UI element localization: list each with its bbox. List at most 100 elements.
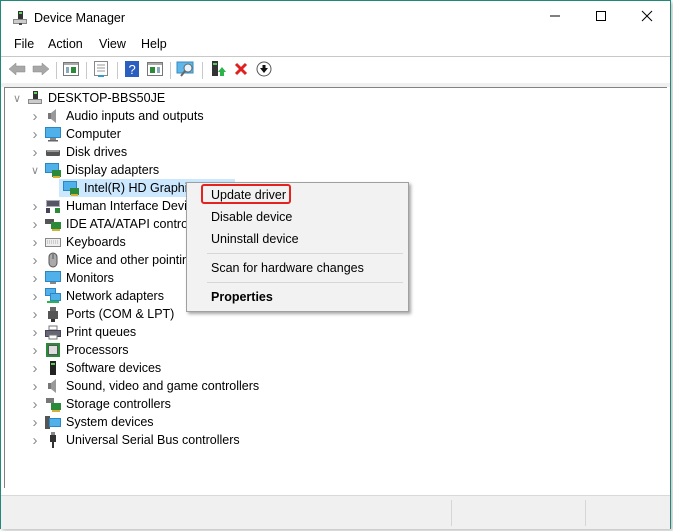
context-separator — [207, 282, 403, 283]
tree-item[interactable]: › Processors — [29, 341, 129, 359]
scan-hardware-button[interactable] — [176, 61, 196, 80]
context-uninstall-device[interactable]: Uninstall device — [211, 232, 299, 246]
tree-item[interactable]: › IDE ATA/ATAPI controllers — [29, 215, 211, 233]
tree-root[interactable]: ∨ DESKTOP-BBS50JE — [11, 89, 165, 107]
keyboard-icon — [45, 234, 61, 250]
console-tree-icon — [63, 61, 79, 79]
context-properties[interactable]: Properties — [211, 290, 273, 304]
back-button[interactable] — [8, 61, 26, 79]
tree-item[interactable]: › Monitors — [29, 269, 114, 287]
tree-item-label: System devices — [66, 415, 154, 429]
tree-item-label: Computer — [66, 127, 121, 141]
tree-item[interactable]: › Disk drives — [29, 143, 128, 161]
status-divider — [585, 500, 586, 526]
speaker-icon — [45, 108, 61, 124]
mouse-icon — [45, 252, 61, 268]
minimize-button[interactable] — [532, 1, 578, 34]
chevron-right-icon[interactable]: › — [29, 251, 41, 269]
properties-button[interactable] — [92, 60, 110, 80]
chevron-right-icon[interactable]: › — [29, 269, 41, 287]
tree-item[interactable]: › Storage controllers — [29, 395, 171, 413]
close-button[interactable] — [624, 1, 670, 34]
help-icon: ? — [125, 60, 139, 80]
disable-device-button[interactable] — [255, 61, 273, 79]
tree-item-label: Disk drives — [66, 145, 128, 159]
maximize-icon — [595, 10, 607, 25]
update-driver-button[interactable] — [209, 60, 227, 80]
minimize-icon — [549, 10, 561, 25]
properties-icon — [93, 60, 109, 80]
chevron-right-icon[interactable]: › — [29, 143, 41, 161]
context-disable-device[interactable]: Disable device — [211, 210, 292, 224]
close-icon — [641, 10, 653, 25]
hid-icon — [45, 198, 61, 214]
chevron-right-icon[interactable]: › — [29, 197, 41, 215]
chevron-right-icon[interactable]: › — [29, 377, 41, 395]
context-scan-hardware[interactable]: Scan for hardware changes — [211, 261, 364, 275]
chevron-right-icon[interactable]: › — [29, 359, 41, 377]
tree-item[interactable]: › Human Interface Devices — [29, 197, 207, 215]
chevron-right-icon[interactable]: › — [29, 431, 41, 449]
context-separator — [207, 253, 403, 254]
device-manager-app-icon — [12, 10, 28, 26]
menu-file[interactable]: File — [14, 37, 34, 51]
toolbar-separator — [86, 62, 87, 79]
tree-item[interactable]: › Network adapters — [29, 287, 164, 305]
network-adapter-icon — [45, 288, 61, 304]
computer-icon — [45, 126, 61, 142]
tree-item[interactable]: › Ports (COM & LPT) — [29, 305, 175, 323]
show-hide-console-tree-button[interactable] — [62, 61, 80, 79]
svg-text:?: ? — [129, 62, 136, 77]
chevron-right-icon[interactable]: › — [29, 287, 41, 305]
context-update-driver[interactable]: Update driver — [211, 188, 286, 202]
tree-item[interactable]: ∨ Display adapters — [29, 161, 159, 179]
menu-action[interactable]: Action — [48, 37, 83, 51]
usb-icon — [45, 432, 61, 448]
forward-button[interactable] — [32, 61, 50, 79]
chevron-right-icon[interactable]: › — [29, 413, 41, 431]
uninstall-device-button[interactable] — [232, 61, 250, 79]
maximize-button[interactable] — [578, 1, 624, 34]
toolbar-separator — [117, 62, 118, 79]
tree-item-label: Network adapters — [66, 289, 164, 303]
status-bar — [1, 495, 670, 529]
tree-item[interactable]: › Software devices — [29, 359, 162, 377]
help-button[interactable]: ? — [123, 60, 141, 80]
menu-help[interactable]: Help — [141, 37, 167, 51]
chevron-right-icon[interactable]: › — [29, 305, 41, 323]
chevron-right-icon[interactable]: › — [29, 341, 41, 359]
display-adapter-icon — [45, 162, 61, 178]
chevron-down-icon[interactable]: ∨ — [29, 161, 41, 179]
tree-item-label: Processors — [66, 343, 129, 357]
chevron-right-icon[interactable]: › — [29, 215, 41, 233]
menu-view[interactable]: View — [99, 37, 126, 51]
tree-item[interactable]: › Print queues — [29, 323, 137, 341]
context-menu: Update driver Disable device Uninstall d… — [186, 182, 409, 312]
tree-item[interactable]: › Sound, video and game controllers — [29, 377, 260, 395]
computer-tower-icon — [27, 90, 43, 106]
chevron-right-icon[interactable]: › — [29, 323, 41, 341]
chevron-right-icon[interactable]: › — [29, 125, 41, 143]
tree-item[interactable]: › Universal Serial Bus controllers — [29, 431, 240, 449]
ide-controller-icon — [45, 216, 61, 232]
menu-bar: File Action View Help — [1, 34, 670, 56]
tree-item[interactable]: › Keyboards — [29, 233, 126, 251]
tree-item-label: Universal Serial Bus controllers — [66, 433, 240, 447]
title-bar: Device Manager — [1, 1, 670, 34]
port-icon — [45, 306, 61, 322]
tree-item[interactable]: › System devices — [29, 413, 154, 431]
tree-item[interactable]: › Computer — [29, 125, 121, 143]
chevron-right-icon[interactable]: › — [29, 395, 41, 413]
chevron-down-icon[interactable]: ∨ — [11, 89, 23, 107]
scan-monitor-icon — [176, 61, 196, 80]
storage-controller-icon — [45, 396, 61, 412]
chevron-right-icon[interactable]: › — [29, 233, 41, 251]
action-pane-icon — [147, 61, 163, 79]
tree-item-label: Ports (COM & LPT) — [66, 307, 175, 321]
show-hide-action-pane-button[interactable] — [146, 61, 164, 79]
toolbar-separator — [170, 62, 171, 79]
update-driver-icon — [210, 60, 226, 80]
tree-item[interactable]: › Audio inputs and outputs — [29, 107, 204, 125]
tree-item-label: Sound, video and game controllers — [66, 379, 260, 393]
chevron-right-icon[interactable]: › — [29, 107, 41, 125]
